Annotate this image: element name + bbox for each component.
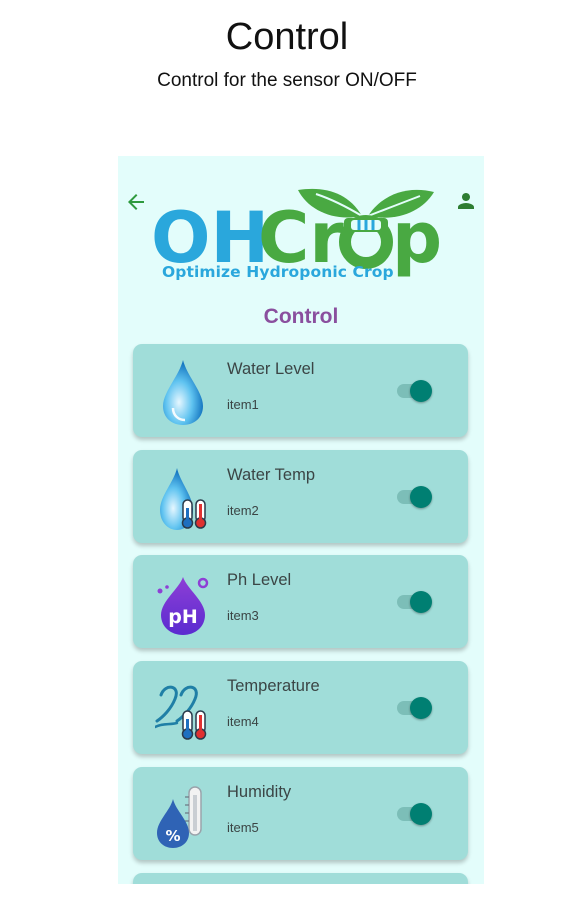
control-subtitle: item2 bbox=[227, 503, 259, 518]
arrow-left-icon bbox=[128, 194, 144, 210]
control-title: Ph Level bbox=[227, 571, 292, 589]
control-title: Water Temp bbox=[227, 466, 316, 484]
control-card-temperature: Temperature item4 bbox=[133, 661, 468, 754]
profile-button[interactable] bbox=[454, 189, 478, 213]
control-subtitle: item5 bbox=[227, 820, 259, 835]
page-title: Control bbox=[225, 16, 349, 58]
control-title: Temperature bbox=[227, 677, 320, 695]
page: Control Control for the sensor ON/OFF OH… bbox=[0, 0, 574, 924]
control-card-water-level: Water Level item1 bbox=[133, 344, 468, 437]
toggle-thumb bbox=[410, 380, 432, 402]
svg-text:%: % bbox=[165, 827, 180, 845]
control-subtitle: item4 bbox=[227, 714, 259, 729]
page-subtitle: Control for the sensor ON/OFF bbox=[157, 70, 417, 91]
control-card-partial bbox=[133, 873, 468, 884]
ph-drop-icon: pH bbox=[157, 577, 209, 635]
air-temperature-icon bbox=[155, 685, 207, 740]
toggle-thumb bbox=[410, 803, 432, 825]
humidity-icon: % bbox=[157, 786, 202, 848]
person-icon bbox=[458, 193, 474, 209]
phone-screen: OH Cr p Optimize Hydroponic Crop Control bbox=[118, 156, 484, 884]
control-card-humidity: % Humidity item5 bbox=[133, 767, 468, 860]
water-drop-icon bbox=[163, 360, 203, 425]
temperature-toggle[interactable] bbox=[397, 697, 432, 719]
back-button[interactable] bbox=[124, 190, 148, 214]
toggle-thumb bbox=[410, 591, 432, 613]
control-card-ph-level: pH Ph Level item3 bbox=[133, 555, 468, 648]
water-temp-toggle[interactable] bbox=[397, 486, 432, 508]
control-subtitle: item1 bbox=[227, 397, 259, 412]
ph-level-toggle[interactable] bbox=[397, 591, 432, 613]
control-title: Humidity bbox=[227, 783, 292, 801]
screen-title: Control bbox=[263, 305, 339, 328]
water-level-toggle[interactable] bbox=[397, 380, 432, 402]
svg-text:pH: pH bbox=[168, 606, 198, 628]
toggle-thumb bbox=[410, 697, 432, 719]
water-temperature-icon bbox=[160, 468, 207, 530]
toggle-thumb bbox=[410, 486, 432, 508]
humidity-toggle[interactable] bbox=[397, 803, 432, 825]
logo-tagline: Optimize Hydroponic Crop bbox=[162, 263, 394, 281]
control-subtitle: item3 bbox=[227, 608, 259, 623]
control-title: Water Level bbox=[227, 360, 315, 378]
control-card-water-temp: Water Temp item2 bbox=[133, 450, 468, 543]
